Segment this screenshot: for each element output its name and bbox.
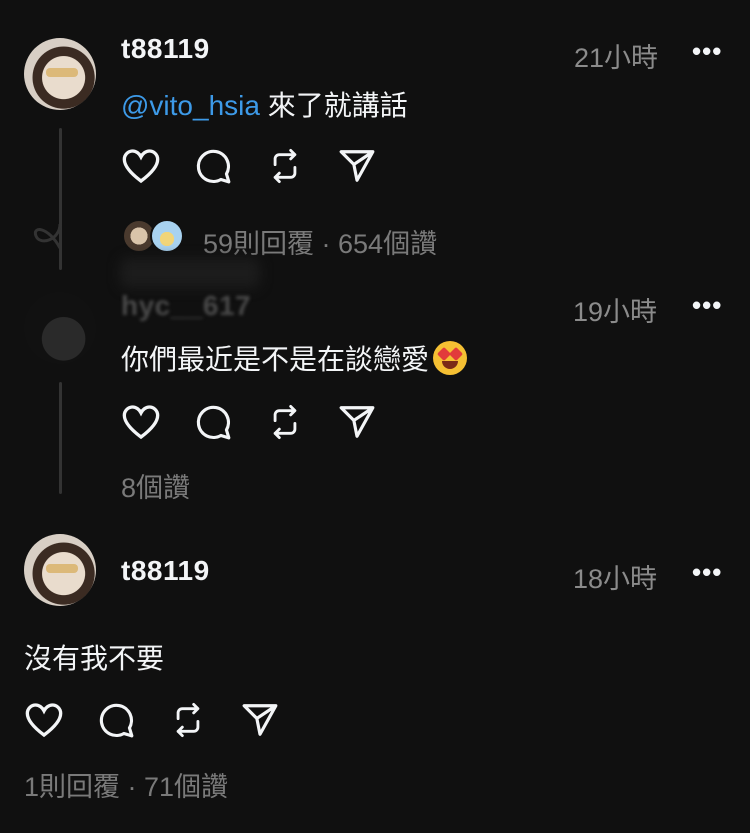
action-bar xyxy=(121,402,409,442)
post-text: @vito_hsia 來了就講話 xyxy=(121,84,408,124)
reply-avatar xyxy=(150,219,184,253)
redaction-blur xyxy=(120,258,260,288)
avatar[interactable] xyxy=(24,38,96,110)
share-icon[interactable] xyxy=(337,402,377,442)
heart-icon[interactable] xyxy=(121,402,161,442)
thread-line xyxy=(59,382,62,494)
more-options-icon[interactable]: ••• xyxy=(692,557,722,588)
post-stats[interactable]: 1則回覆 · 71個讚 xyxy=(24,765,228,804)
more-options-icon[interactable]: ••• xyxy=(692,36,722,67)
post-body: 來了就講話 xyxy=(259,90,408,121)
heart-eyes-emoji-icon xyxy=(433,341,468,375)
post-body: 你們最近是不是在談戀愛 xyxy=(121,344,430,375)
action-bar xyxy=(121,146,409,186)
post-text: 你們最近是不是在談戀愛 xyxy=(121,338,468,378)
post-text: 沒有我不要 xyxy=(24,643,165,674)
post-stats[interactable]: 8個讚 xyxy=(121,466,190,505)
username[interactable]: hyc__617 xyxy=(121,290,251,322)
comment-icon[interactable] xyxy=(193,402,233,442)
comment-icon[interactable] xyxy=(193,146,233,186)
comment-icon[interactable] xyxy=(96,700,136,740)
post-stats[interactable]: 59則回覆 · 654個讚 xyxy=(203,222,437,261)
share-icon[interactable] xyxy=(337,146,377,186)
heart-icon[interactable] xyxy=(24,700,64,740)
username[interactable]: t88119 xyxy=(121,33,210,65)
mention-link[interactable]: @vito_hsia xyxy=(121,90,260,121)
timestamp: 19小時 xyxy=(573,297,658,327)
avatar[interactable] xyxy=(24,534,96,606)
thread-loop-icon xyxy=(33,223,62,249)
heart-icon[interactable] xyxy=(121,146,161,186)
more-options-icon[interactable]: ••• xyxy=(692,290,722,321)
repost-icon[interactable] xyxy=(265,402,305,442)
timestamp: 18小時 xyxy=(573,564,658,594)
username[interactable]: t88119 xyxy=(121,555,210,587)
action-bar xyxy=(24,700,312,740)
avatar[interactable] xyxy=(24,292,96,364)
share-icon[interactable] xyxy=(240,700,280,740)
repost-icon[interactable] xyxy=(168,700,208,740)
repost-icon[interactable] xyxy=(265,146,305,186)
timestamp: 21小時 xyxy=(574,43,659,73)
